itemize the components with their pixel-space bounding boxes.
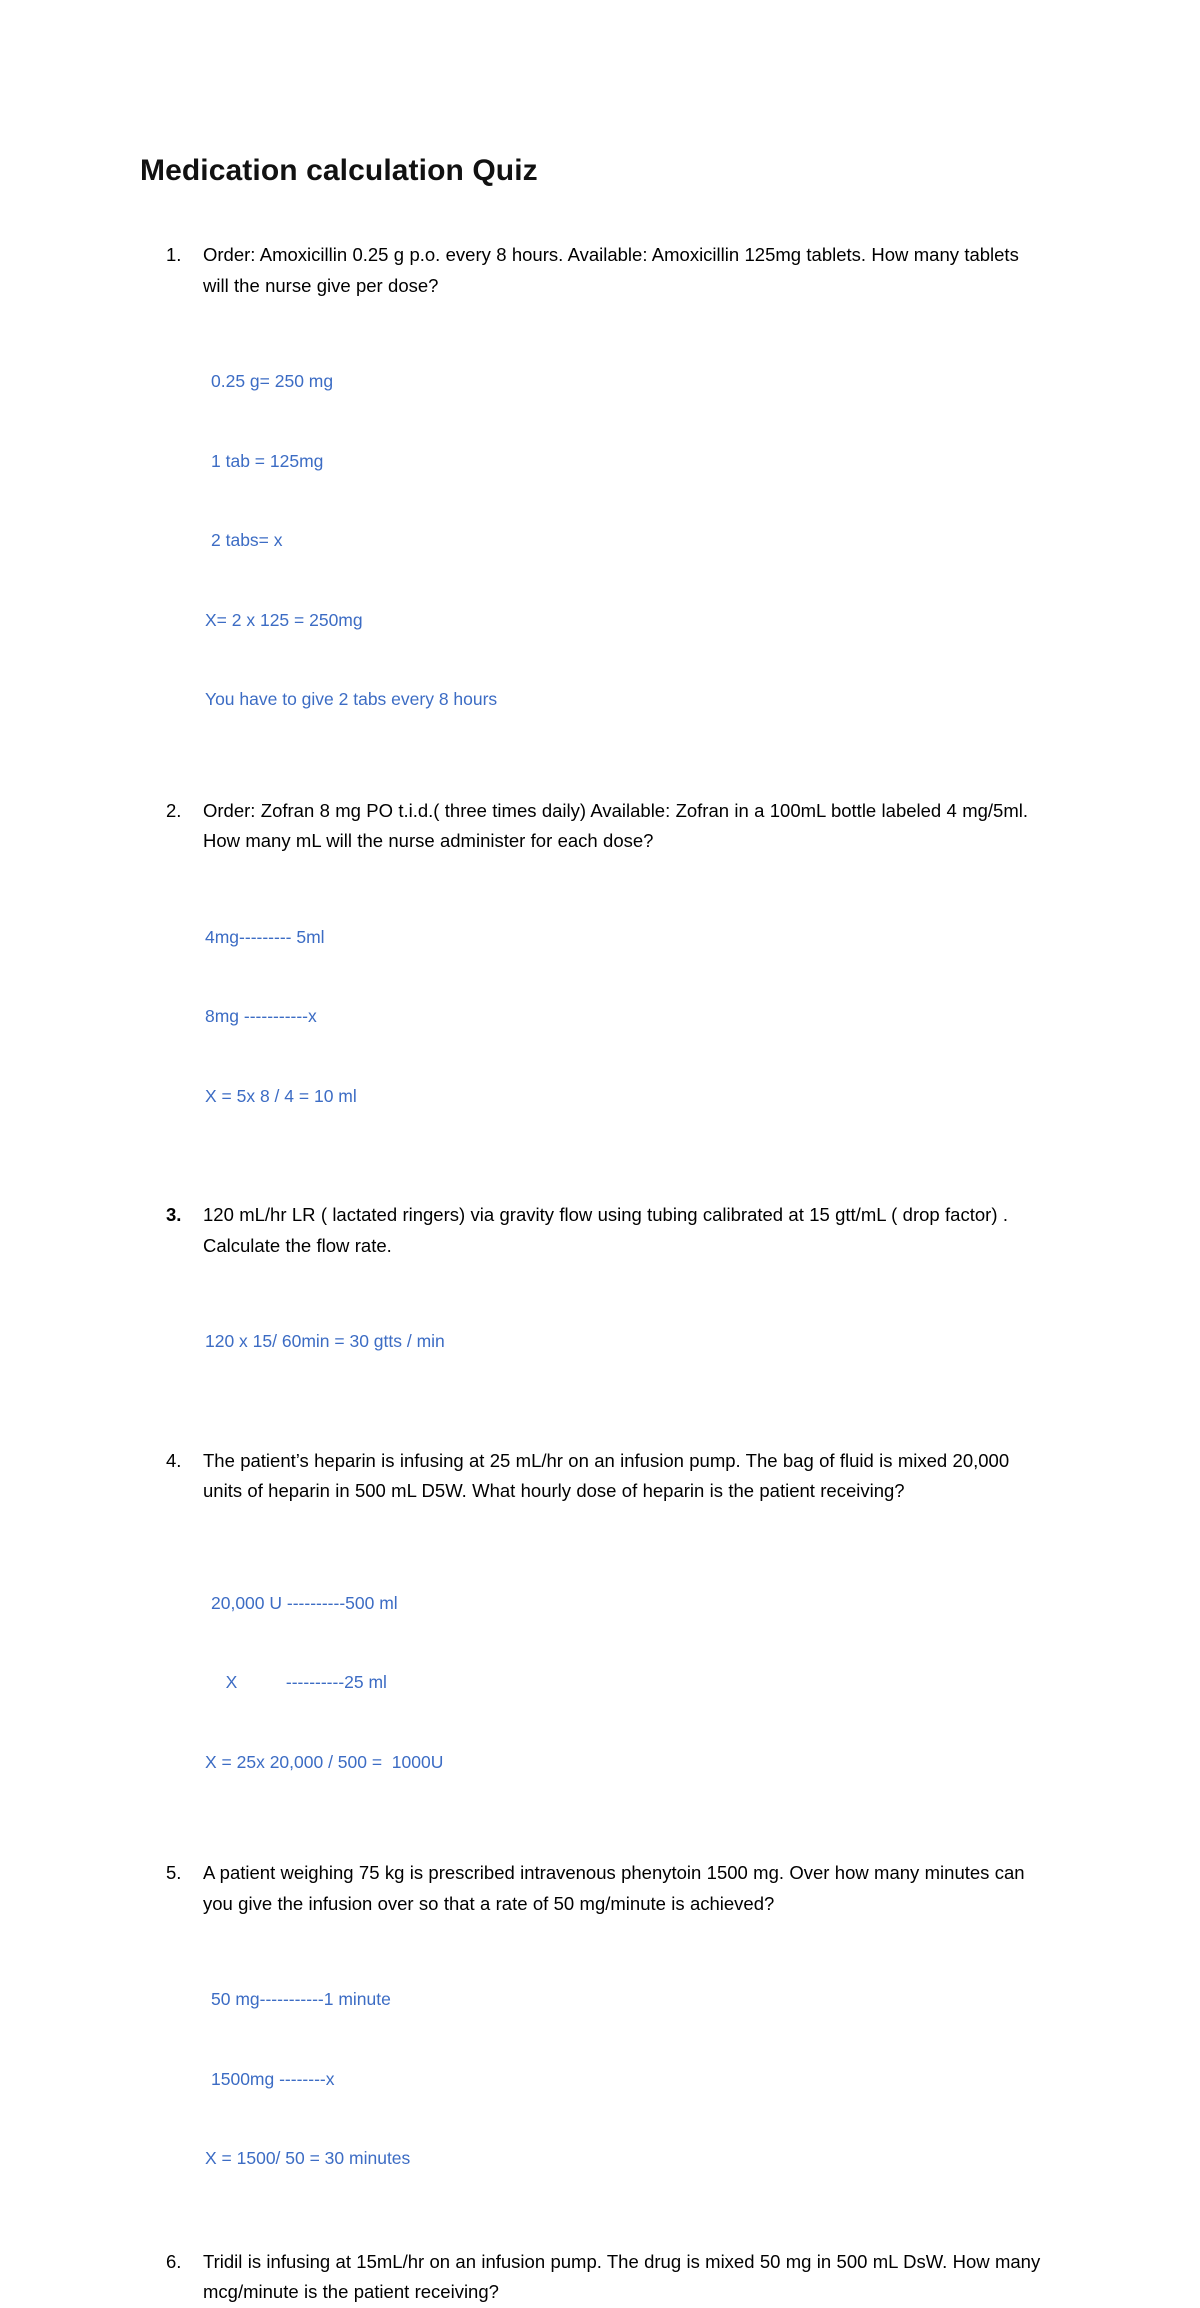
question-item-4: 4. The patient’s heparin is infusing at …	[0, 1446, 1200, 1829]
answer-block-1: 0.25 g= 250 mg 1 tab = 125mg 2 tabs= x X…	[0, 315, 1200, 766]
answer-line: X = 25x 20,000 / 500 = 1000U	[205, 1751, 444, 1772]
answer-line: X ----------25 ml	[211, 1672, 387, 1692]
question-row-1: 1. Order: Amoxicillin 0.25 g p.o. every …	[0, 240, 1200, 301]
question-text-2: Order: Zofran 8 mg PO t.i.d.( three time…	[203, 799, 1028, 852]
answer-block-3: 120 x 15/ 60min = 30 gtts / min	[0, 1275, 1200, 1408]
question-row-6: 6. Tridil is infusing at 15mL/hr on an i…	[0, 2247, 1200, 2308]
question-text-3: 120 mL/hr LR ( lactated ringers) via gra…	[203, 1204, 1008, 1256]
question-text-4: The patient’s heparin is infusing at 25 …	[203, 1449, 1010, 1502]
answer-line: 50 mg-----------1 minute	[211, 1989, 391, 2009]
question-item-1: 1. Order: Amoxicillin 0.25 g p.o. every …	[0, 240, 1200, 766]
question-row-2: 2. Order: Zofran 8 mg PO t.i.d.( three t…	[0, 796, 1200, 857]
question-item-6: 6. Tridil is infusing at 15mL/hr on an i…	[0, 2247, 1200, 2308]
question-text-5: A patient weighing 75 kg is prescribed i…	[203, 1862, 1025, 1914]
question-item-5: 5. A patient weighing 75 kg is prescribe…	[0, 1858, 1200, 2225]
answer-line: 4mg--------- 5ml	[205, 926, 325, 947]
answer-block-2: 4mg--------- 5ml 8mg -----------x X = 5x…	[0, 871, 1200, 1163]
question-item-3: 3. 120 mL/hr LR ( lactated ringers) via …	[0, 1200, 1200, 1408]
question-number-6: 6.	[166, 2250, 182, 2272]
answer-block-5: 50 mg-----------1 minute 1500mg --------…	[0, 1933, 1200, 2225]
question-number-2: 2.	[166, 799, 182, 821]
question-text-6: Tridil is infusing at 15mL/hr on an infu…	[203, 2250, 1041, 2303]
answer-line: 0.25 g= 250 mg	[211, 371, 334, 391]
question-row-4: 4. The patient’s heparin is infusing at …	[0, 1446, 1200, 1507]
answer-line: 20,000 U ----------500 ml	[211, 1592, 398, 1613]
answer-line: 8mg -----------x	[205, 1006, 317, 1026]
answer-line: You have to give 2 tabs every 8 hours	[205, 689, 498, 709]
answer-line: X = 1500/ 50 = 30 minutes	[205, 2148, 411, 2168]
question-item-2: 2. Order: Zofran 8 mg PO t.i.d.( three t…	[0, 796, 1200, 1163]
answer-line: 1500mg --------x	[211, 2068, 335, 2089]
page-title: Medication calculation Quiz	[140, 154, 538, 187]
question-number-5: 5.	[166, 1862, 182, 1883]
document-page: Medication calculation Quiz 1. Order: Am…	[0, 0, 1200, 2302]
answer-block-4: 20,000 U ----------500 ml X ----------25…	[0, 1537, 1200, 1829]
question-row-5: 5. A patient weighing 75 kg is prescribe…	[0, 1858, 1200, 1919]
question-number-1: 1.	[166, 244, 182, 265]
question-row-3: 3. 120 mL/hr LR ( lactated ringers) via …	[0, 1200, 1200, 1261]
answer-line: 2 tabs= x	[211, 530, 283, 550]
question-number-3: 3.	[166, 1204, 182, 1225]
answer-line: X= 2 x 125 = 250mg	[205, 609, 363, 630]
question-number-4: 4.	[166, 1449, 182, 1471]
answer-line: X = 5x 8 / 4 = 10 ml	[205, 1085, 357, 1106]
question-list: 1. Order: Amoxicillin 0.25 g p.o. every …	[0, 240, 1200, 2308]
answer-line: 120 x 15/ 60min = 30 gtts / min	[205, 1331, 445, 1351]
answer-line: 1 tab = 125mg	[211, 450, 324, 471]
question-text-1: Order: Amoxicillin 0.25 g p.o. every 8 h…	[203, 244, 1019, 296]
